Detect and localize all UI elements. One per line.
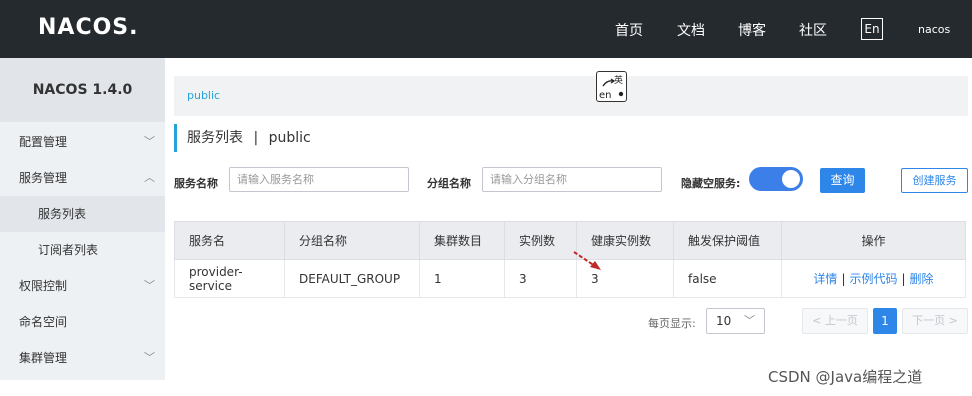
service-name-label: 服务名称 [174, 177, 218, 190]
breadcrumb-bar: public [174, 76, 968, 116]
watermark: CSDN @Java编程之道 [768, 368, 923, 386]
sidebar-item-label: 配置管理 [19, 135, 68, 149]
col-header: 集群数目 [419, 221, 505, 260]
sidebar-item-config[interactable]: 配置管理 ﹀ [0, 124, 165, 160]
group-name-input[interactable]: 请输入分组名称 [482, 167, 662, 192]
sample-code-link[interactable]: 示例代码 [849, 272, 897, 286]
toggle-knob [782, 170, 800, 188]
sidebar-item-label: 权限控制 [19, 279, 68, 293]
sidebar-item-label: 服务管理 [19, 171, 68, 185]
sidebar: NACOS 1.4.0 配置管理 ﹀ 服务管理 ︿ 服务列表 订阅者列表 权限控… [0, 58, 165, 380]
per-page-label: 每页显示: [648, 317, 696, 330]
top-navbar: NACOS. 首页 文档 博客 社区 En nacos [0, 0, 972, 58]
sidebar-item-label: 订阅者列表 [38, 243, 99, 257]
per-page-select[interactable]: 10 ﹀ [706, 308, 765, 334]
breadcrumb[interactable]: public [187, 89, 220, 102]
details-link[interactable]: 详情 [813, 272, 837, 286]
translate-icon[interactable]: 英 en [596, 71, 627, 102]
table-header-row: 服务名 分组名称 集群数目 实例数 健康实例数 触发保护阈值 操作 [174, 221, 966, 260]
col-header: 操作 [781, 221, 966, 260]
query-button[interactable]: 查询 [820, 168, 865, 193]
nacos-logo[interactable]: NACOS. [38, 15, 139, 40]
svg-text:en: en [599, 90, 612, 101]
cell-cluster-count: 1 [419, 259, 505, 298]
chevron-down-icon: ﹀ [144, 351, 155, 364]
annotation-arrow-icon [573, 251, 601, 270]
service-table: 服务名 分组名称 集群数目 实例数 健康实例数 触发保护阈值 操作 provid… [174, 221, 966, 298]
cell-threshold: false [673, 259, 782, 298]
cell-instance-count: 3 [504, 259, 577, 298]
chevron-up-icon: ︿ [144, 171, 155, 184]
col-header: 实例数 [504, 221, 577, 260]
chevron-down-icon: ﹀ [744, 314, 755, 327]
page-number-current[interactable]: 1 [873, 308, 897, 334]
sidebar-item-namespace[interactable]: 命名空间 [0, 304, 165, 340]
cell-operations: 详情 | 示例代码 | 删除 [781, 259, 966, 298]
sidebar-item-label: 服务列表 [38, 207, 87, 221]
sidebar-item-label: 命名空间 [19, 315, 68, 329]
chevron-down-icon: ﹀ [144, 135, 155, 148]
group-name-label: 分组名称 [427, 177, 471, 190]
sidebar-item-service-mgmt[interactable]: 服务管理 ︿ [0, 160, 165, 196]
delete-link[interactable]: 删除 [910, 272, 934, 286]
table-row: provider-service DEFAULT_GROUP 1 3 3 fal… [174, 259, 966, 298]
chevron-down-icon: ﹀ [144, 279, 155, 292]
sidebar-item-cluster[interactable]: 集群管理 ﹀ [0, 340, 165, 376]
user-name[interactable]: nacos [918, 23, 950, 36]
page-title: 服务列表 | public [174, 124, 311, 152]
sidebar-item-service-list[interactable]: 服务列表 [0, 196, 165, 232]
next-page-button[interactable]: 下一页 > [902, 308, 968, 334]
sidebar-item-auth[interactable]: 权限控制 ﹀ [0, 268, 165, 304]
create-service-button[interactable]: 创建服务 [901, 168, 968, 193]
prev-page-button[interactable]: < 上一页 [802, 308, 868, 334]
version-label: NACOS 1.4.0 [0, 58, 165, 122]
language-toggle-button[interactable]: En [861, 18, 883, 40]
col-header: 服务名 [174, 221, 285, 260]
hide-empty-label: 隐藏空服务: [681, 177, 741, 190]
nav-docs[interactable]: 文档 [677, 20, 705, 40]
svg-text:英: 英 [614, 74, 623, 86]
hide-empty-toggle[interactable] [749, 167, 803, 191]
sidebar-item-subscribers[interactable]: 订阅者列表 [0, 232, 165, 268]
cell-group-name: DEFAULT_GROUP [284, 259, 420, 298]
nav-home[interactable]: 首页 [615, 20, 643, 40]
sidebar-item-label: 集群管理 [19, 351, 68, 365]
nav-blog[interactable]: 博客 [738, 20, 766, 40]
col-header: 触发保护阈值 [673, 221, 782, 260]
cell-service-name: provider-service [174, 259, 285, 298]
service-name-input[interactable]: 请输入服务名称 [229, 167, 409, 192]
col-header: 分组名称 [284, 221, 420, 260]
nav-community[interactable]: 社区 [799, 20, 827, 40]
